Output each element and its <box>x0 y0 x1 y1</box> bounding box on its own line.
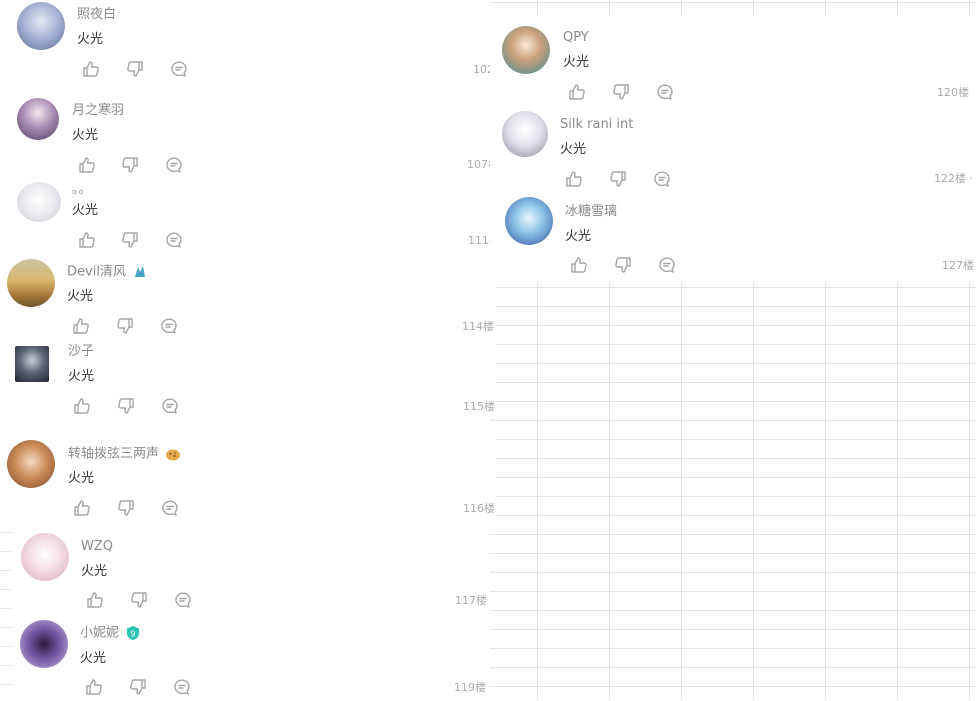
thumbs-down-icon[interactable] <box>115 316 135 336</box>
username-text[interactable]: Devil清风 <box>67 265 126 280</box>
comment-item: 月之寒羽 火光 107楼 <box>0 92 500 178</box>
avatar[interactable] <box>17 98 59 140</box>
floor-number: 116楼 <box>463 502 495 515</box>
thumbs-up-icon[interactable] <box>77 230 97 250</box>
thumbs-up-icon[interactable] <box>77 155 97 175</box>
thumbs-down-icon[interactable] <box>613 255 633 275</box>
thumbs-up-icon[interactable] <box>72 396 92 416</box>
thumbs-up-icon[interactable] <box>84 677 104 697</box>
floor-number: 127楼 <box>942 259 974 272</box>
floor-number: 115楼 <box>463 400 495 413</box>
thumbs-up-icon[interactable] <box>564 169 584 189</box>
reply-bubble-icon[interactable] <box>160 396 180 416</box>
thumbs-up-icon[interactable] <box>81 59 101 79</box>
thumbs-up-icon[interactable] <box>72 498 92 518</box>
comment-item: Silk rani int 火光 122楼 · <box>490 106 976 194</box>
reply-bubble-icon[interactable] <box>655 82 675 102</box>
username[interactable]: 月之寒羽 <box>72 103 124 119</box>
floor-number: 122楼 · <box>934 172 973 185</box>
comment-item: 冰糖雪璃 火光 127楼 <box>490 194 976 282</box>
reply-bubble-icon[interactable] <box>159 316 179 336</box>
thumbs-down-icon[interactable] <box>120 230 140 250</box>
avatar[interactable] <box>502 111 548 157</box>
comment-text: 火光 <box>80 651 107 666</box>
reply-bubble-icon[interactable] <box>657 255 677 275</box>
avatar[interactable] <box>15 346 49 382</box>
svg-text:9: 9 <box>130 630 135 639</box>
thumbs-down-icon[interactable] <box>116 498 136 518</box>
floor-number: 120楼 <box>937 86 969 99</box>
username[interactable]: WZQ <box>81 539 113 555</box>
floor-number: 114楼 <box>462 320 494 333</box>
avatar[interactable] <box>17 2 65 50</box>
cookie-badge-icon <box>165 446 181 462</box>
avatar[interactable] <box>20 620 68 668</box>
level-shield-icon: 9 <box>125 625 141 641</box>
comment-item: WZQ 火光 117楼 <box>12 528 490 614</box>
username[interactable]: 沙子 <box>68 344 94 360</box>
reply-bubble-icon[interactable] <box>164 230 184 250</box>
avatar[interactable] <box>21 533 69 581</box>
username[interactable]: 转轴拨弦三两声 <box>68 446 181 463</box>
username[interactable]: 照夜白 <box>77 7 116 23</box>
username[interactable]: 小妮妮 9 <box>80 625 141 642</box>
comment-item: QPY 火光 120楼 <box>490 14 976 106</box>
thumbs-down-icon[interactable] <box>128 677 148 697</box>
thumbs-up-icon[interactable] <box>567 82 587 102</box>
comment-text: 火光 <box>72 203 99 218</box>
avatar[interactable] <box>505 197 553 245</box>
comment-text: 火光 <box>560 142 587 157</box>
thumbs-up-icon[interactable] <box>71 316 91 336</box>
reply-bubble-icon[interactable] <box>160 498 180 518</box>
comment-text: 火光 <box>68 471 95 486</box>
floor-number: 119楼 <box>454 681 486 694</box>
comment-text: 火光 <box>68 369 95 384</box>
username[interactable]: QPY <box>563 30 589 46</box>
comment-item: 。。 火光 111楼 <box>0 178 500 254</box>
comment-item: 小妮妮 9 火光 119楼 <box>12 614 490 700</box>
thumbs-down-icon[interactable] <box>129 590 149 610</box>
comment-item: Devil清风 火光 114楼 <box>0 254 496 338</box>
thumbs-down-icon[interactable] <box>116 396 136 416</box>
reply-bubble-icon[interactable] <box>652 169 672 189</box>
comment-item: 沙子 火光 115楼 <box>0 338 496 420</box>
comment-text: 火光 <box>565 229 592 244</box>
reply-bubble-icon[interactable] <box>169 59 189 79</box>
thumbs-down-icon[interactable] <box>611 82 631 102</box>
level-badge-icon <box>132 264 148 280</box>
username[interactable]: 冰糖雪璃 <box>565 204 617 220</box>
reply-bubble-icon[interactable] <box>173 590 193 610</box>
avatar[interactable] <box>17 182 61 222</box>
thumbs-down-icon[interactable] <box>608 169 628 189</box>
floor-number: 117楼 <box>455 594 487 607</box>
username[interactable]: 。。 <box>72 182 92 198</box>
thumbs-up-icon[interactable] <box>85 590 105 610</box>
thumbs-up-icon[interactable] <box>569 255 589 275</box>
reply-bubble-icon[interactable] <box>172 677 192 697</box>
reply-bubble-icon[interactable] <box>164 155 184 175</box>
avatar[interactable] <box>7 259 55 307</box>
comment-text: 火光 <box>72 128 99 143</box>
thumbs-down-icon[interactable] <box>125 59 145 79</box>
comment-text: 火光 <box>67 289 94 304</box>
comment-text: 火光 <box>563 55 590 70</box>
comment-item: 转轴拨弦三两声 火光 116楼 <box>0 434 496 524</box>
username-text[interactable]: 小妮妮 <box>80 626 119 641</box>
comment-text: 火光 <box>81 564 108 579</box>
username[interactable]: Devil清风 <box>67 264 148 281</box>
thumbs-down-icon[interactable] <box>120 155 140 175</box>
username[interactable]: Silk rani int <box>560 117 633 133</box>
comment-item: 照夜白 火光 102 <box>0 0 494 82</box>
comment-text: 火光 <box>77 32 104 47</box>
avatar[interactable] <box>502 26 550 74</box>
avatar[interactable] <box>7 440 55 488</box>
username-text[interactable]: 转轴拨弦三两声 <box>68 447 159 462</box>
